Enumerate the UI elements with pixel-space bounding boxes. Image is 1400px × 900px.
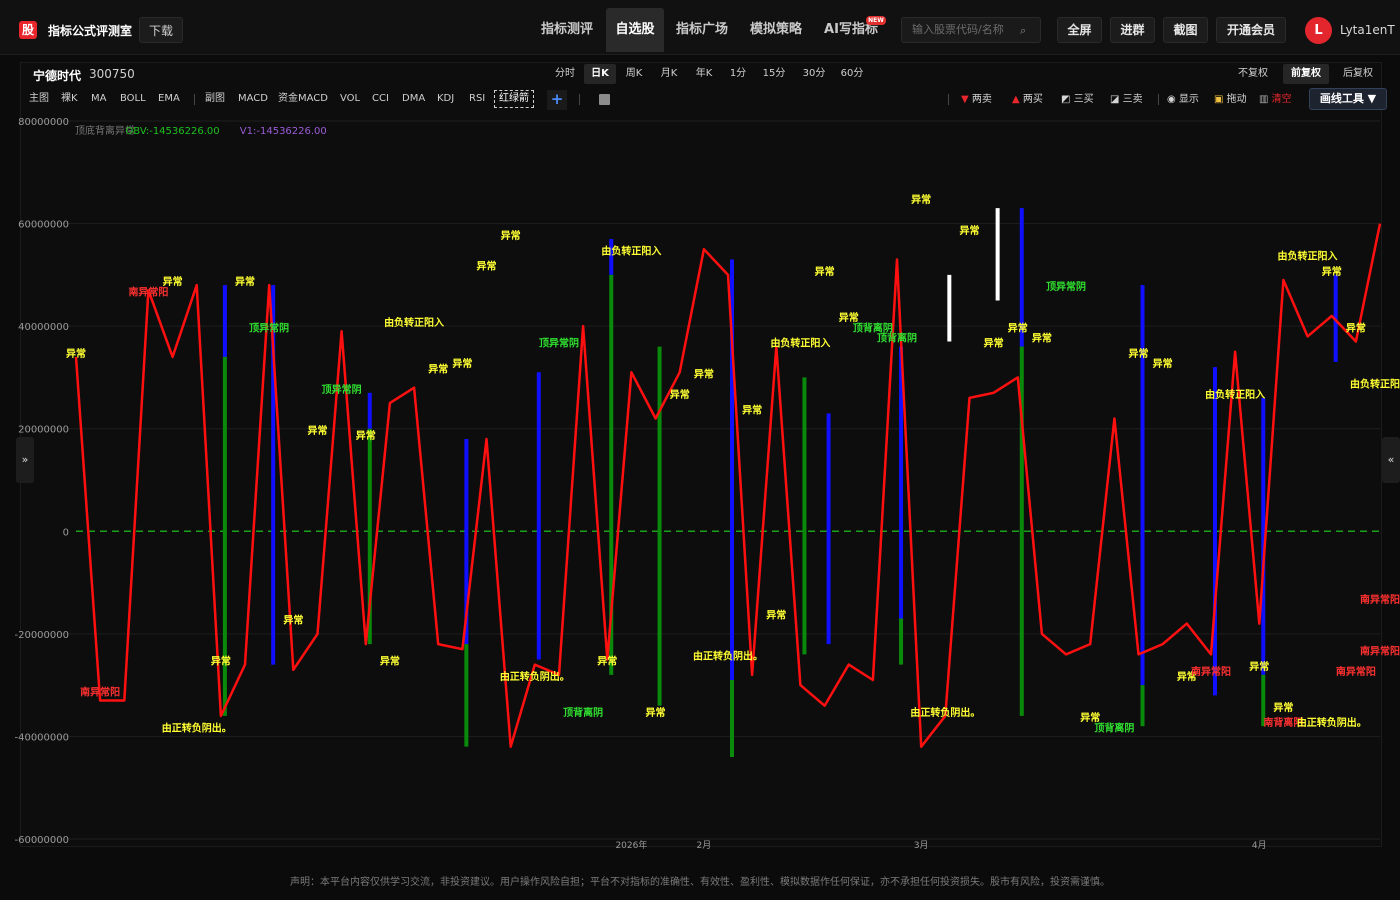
signal-annotation: 由正转负阴出。 [162, 721, 232, 734]
signal-annotation: 异常 [356, 429, 376, 442]
signal-annotation: 异常 [1129, 347, 1149, 360]
y-tick-label: 40000000 [18, 322, 69, 333]
x-tick-label: 4月 [1252, 840, 1267, 851]
expand-left-panel-button[interactable]: » [16, 437, 34, 483]
signal-annotation: 异常 [1322, 265, 1342, 278]
signal-annotation: 由正转负阴出。 [910, 706, 980, 719]
signal-annotation: 异常 [380, 655, 400, 668]
signal-annotation: 异常 [428, 362, 448, 375]
signal-annotation: 顶背离阴 [877, 332, 917, 345]
signal-annotation: 由负转正阳入 [1350, 378, 1400, 391]
signal-annotation: 异常 [670, 388, 690, 401]
y-tick-label: 80000000 [18, 117, 69, 128]
signal-annotation: 异常 [1032, 332, 1052, 345]
legend-entry: V1:-14536226.00 [240, 126, 327, 137]
signal-annotation: 异常 [211, 655, 231, 668]
signal-annotation: 异常 [911, 193, 931, 206]
signal-annotation: 异常 [1273, 701, 1293, 714]
signal-annotation: 由负转正阳入 [1278, 249, 1338, 262]
y-tick-label: 20000000 [18, 425, 69, 436]
signal-annotation: 异常 [1249, 660, 1269, 673]
signal-annotation: 异常 [646, 706, 666, 719]
signal-annotation: 异常 [766, 608, 786, 621]
signal-annotation: 异常 [283, 614, 303, 627]
signal-annotation: 由负转正阳入 [1205, 388, 1265, 401]
signal-annotation: 由正转负阴出。 [500, 670, 570, 683]
signal-annotation: 异常 [742, 403, 762, 416]
signal-annotation: 南异常阳 [1191, 665, 1231, 678]
signal-annotation: 异常 [1080, 711, 1100, 724]
signal-annotation: 顶异常阴 [249, 321, 289, 334]
signal-annotation: 顶异常阴 [539, 337, 579, 350]
signal-annotation: 异常 [235, 275, 255, 288]
signal-annotation: 异常 [163, 275, 183, 288]
signal-annotation: 由负转正阳入 [601, 244, 661, 257]
legend-entry: OBV:-14536226.00 [125, 126, 219, 137]
signal-annotation: 由正转负阴出。 [693, 650, 763, 663]
signal-annotation: 异常 [66, 347, 86, 360]
expand-right-panel-button[interactable]: « [1382, 437, 1400, 483]
signal-annotation: 异常 [959, 224, 979, 237]
signal-annotation: 顶背离阴 [853, 321, 893, 334]
signal-annotation: 由负转正阳入 [770, 337, 830, 350]
signal-annotation: 顶异常阴 [322, 383, 362, 396]
x-tick-label: 2月 [696, 840, 711, 851]
signal-annotation: 异常 [307, 424, 327, 437]
signal-annotation: 异常 [1008, 321, 1028, 334]
y-tick-label: -40000000 [14, 732, 69, 743]
obv-chart: 80000000 60000000 40000000 20000000 0 -200000… [14, 117, 1400, 851]
signal-annotation: 异常 [477, 260, 497, 273]
signal-annotation: 由正转负阴出。 [1297, 716, 1367, 729]
y-tick-label: 60000000 [18, 220, 69, 231]
x-tick-label: 3月 [914, 840, 929, 851]
signal-annotation: 南异常阳 [1360, 644, 1400, 657]
signal-annotation: 南异常阳 [1360, 593, 1400, 606]
signal-annotation: 顶背离阴 [563, 706, 603, 719]
x-tick-label: 2026年 [615, 839, 647, 851]
signal-annotation: 由负转正阳入 [384, 316, 444, 329]
signal-annotation: 南异常阳 [1336, 665, 1376, 678]
y-tick-label: -20000000 [14, 630, 69, 641]
signal-annotation: 异常 [839, 311, 859, 324]
signal-annotation: 顶异常阴 [1046, 280, 1086, 293]
signal-annotation: 南异常阳 [80, 685, 120, 698]
signal-annotation: 异常 [1346, 321, 1366, 334]
signal-annotation: 异常 [694, 367, 714, 380]
signal-annotation: 异常 [501, 229, 521, 242]
signal-annotation: 异常 [984, 337, 1004, 350]
y-tick-label: -60000000 [14, 835, 69, 846]
signal-annotation: 异常 [815, 265, 835, 278]
signal-annotation: 顶背离阴 [1094, 721, 1134, 734]
disclaimer-footer: 声明：本平台内容仅供学习交流，非投资建议。用户操作风险自担；平台不对指标的准确性… [290, 877, 1110, 888]
signal-annotation: 异常 [1153, 357, 1173, 370]
signal-annotation: 异常 [597, 655, 617, 668]
y-tick-label: 0 [63, 527, 69, 538]
signal-annotation: 异常 [452, 357, 472, 370]
